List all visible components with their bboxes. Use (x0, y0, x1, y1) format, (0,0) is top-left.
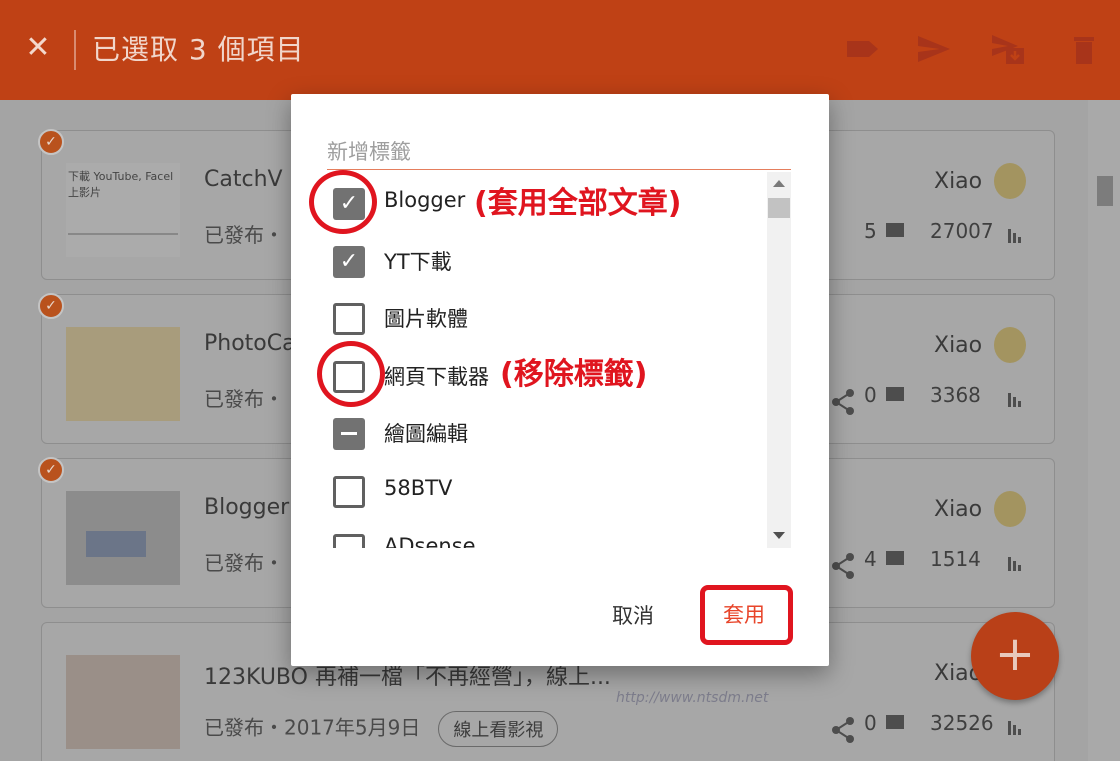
comment-icon (886, 223, 904, 237)
stats-icon (1008, 557, 1021, 571)
app-bar-divider (74, 30, 76, 70)
share-icon[interactable] (828, 551, 858, 581)
label-checkbox[interactable] (333, 418, 365, 450)
view-count: 27007 (930, 219, 994, 243)
view-count: 3368 (930, 383, 981, 407)
post-thumbnail (66, 491, 180, 585)
label-name: 圖片軟體 (384, 307, 468, 331)
post-thumbnail (66, 327, 180, 421)
close-icon[interactable]: ✕ (22, 30, 54, 66)
scroll-up-icon[interactable] (773, 180, 785, 187)
annotation-remove-label: (移除標籤) (500, 357, 648, 392)
add-post-fab[interactable]: + (971, 612, 1059, 700)
watermark: http://www.ntsdm.net (616, 690, 769, 706)
annotation-apply-box (700, 585, 793, 645)
post-status: 已發布・ (204, 551, 284, 575)
post-status: 已發布・ (204, 387, 284, 411)
stats-icon (1008, 721, 1021, 735)
share-icon[interactable] (828, 387, 858, 417)
selected-check-icon[interactable]: ✓ (38, 293, 64, 319)
new-label-input[interactable] (327, 134, 791, 170)
selected-check-icon[interactable]: ✓ (38, 457, 64, 483)
comment-icon (886, 715, 904, 729)
label-item-drawing[interactable]: 繪圖編輯 (311, 404, 771, 462)
annotation-apply-all: (套用全部文章) (474, 186, 682, 221)
watch-online-button[interactable]: 線上看影視 (438, 711, 559, 747)
view-count: 32526 (930, 711, 994, 735)
post-status: 已發布・ (204, 223, 284, 247)
app-bar: ✕ 已選取 3 個項目 (0, 0, 1120, 100)
label-name: ADsense (384, 534, 476, 548)
label-item-58btv[interactable]: 58BTV (311, 462, 771, 520)
post-thumbnail: 下載 YouTube, Facel 上影片 (66, 163, 180, 257)
comment-count: 4 (864, 547, 877, 571)
post-author: Xiao (934, 169, 983, 194)
label-name: 58BTV (384, 476, 453, 500)
label-name: Blogger (384, 188, 466, 212)
comment-icon (886, 387, 904, 401)
label-item-yt[interactable]: YT下載 (311, 232, 771, 290)
comment-count: 0 (864, 711, 877, 735)
post-thumbnail (66, 655, 180, 749)
page-scrollbar[interactable] (1088, 100, 1120, 761)
label-name: 繪圖編輯 (384, 422, 468, 446)
save-draft-icon[interactable] (990, 32, 1026, 66)
label-list-scrollbar-thumb[interactable] (768, 198, 790, 218)
comment-count: 0 (864, 383, 877, 407)
send-icon[interactable] (916, 32, 952, 66)
stats-icon (1008, 229, 1021, 243)
label-item-image-software[interactable]: 圖片軟體 (311, 289, 771, 347)
label-list-scrollbar[interactable] (767, 172, 791, 548)
comment-count: 5 (864, 219, 877, 243)
page-scrollbar-thumb[interactable] (1097, 176, 1113, 206)
trash-icon[interactable] (1066, 32, 1102, 66)
post-meta: 已發布・2017年5月9日 線上看影視 (204, 711, 559, 747)
post-title[interactable]: Blogger (204, 495, 289, 520)
label-checkbox[interactable] (333, 303, 365, 335)
scroll-down-icon[interactable] (773, 532, 785, 539)
post-title[interactable]: PhotoCa (204, 331, 296, 356)
avatar (994, 491, 1026, 527)
label-icon[interactable] (844, 32, 880, 66)
stats-icon (1008, 393, 1021, 407)
thumbnail-text: 下載 YouTube, Facel 上影片 (68, 170, 174, 199)
share-icon[interactable] (828, 715, 858, 745)
label-name: YT下載 (384, 250, 452, 274)
label-checkbox[interactable] (333, 476, 365, 508)
post-author: Xiao (934, 333, 983, 358)
annotation-circle-unchecked (317, 341, 385, 407)
comment-icon (886, 551, 904, 565)
annotation-circle-checked (309, 170, 377, 234)
post-title[interactable]: CatchV (204, 167, 283, 192)
label-checkbox[interactable] (333, 246, 365, 278)
avatar (994, 327, 1026, 363)
post-status: 已發布・2017年5月9日 (204, 715, 421, 740)
selection-title: 已選取 3 個項目 (92, 33, 305, 66)
view-count: 1514 (930, 547, 981, 571)
post-author: Xiao (934, 497, 983, 522)
selected-check-icon[interactable]: ✓ (38, 129, 64, 155)
cancel-button[interactable]: 取消 (591, 596, 675, 636)
label-name: 網頁下載器 (384, 365, 489, 389)
label-item-adsense[interactable]: ADsense (311, 520, 771, 548)
label-checkbox[interactable] (333, 534, 365, 548)
avatar (994, 163, 1026, 199)
